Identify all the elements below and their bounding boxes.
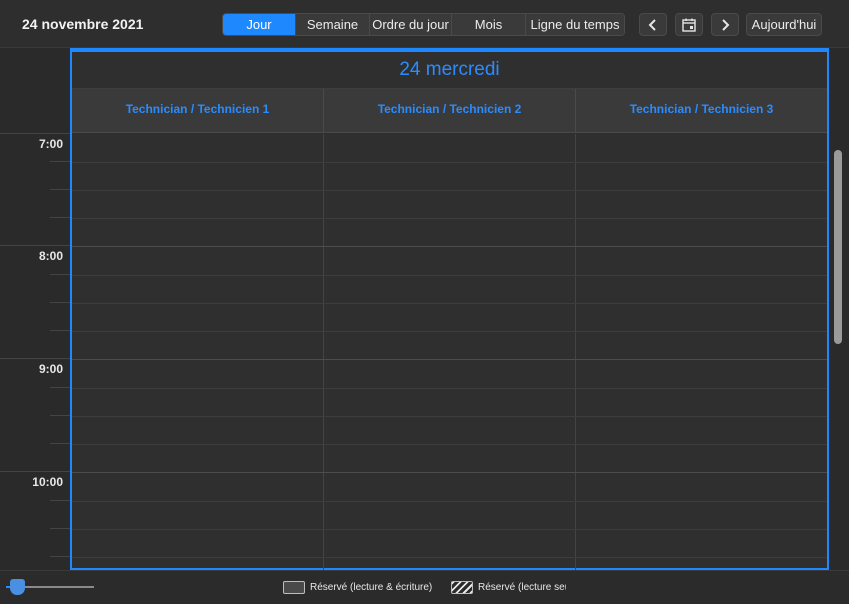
resource-column-technician-2[interactable] (324, 134, 576, 570)
day-view: 7:00 8:00 9:00 10:00 24 mercredi Technic… (0, 48, 849, 570)
time-tick (50, 415, 70, 416)
view-month-button[interactable]: Mois (452, 14, 526, 35)
calendar-icon (682, 18, 696, 32)
hour-line (72, 359, 827, 360)
time-label: 10:00 (32, 475, 63, 489)
scrollbar-thumb[interactable] (834, 150, 842, 344)
slot-line (72, 218, 827, 219)
time-tick (50, 387, 70, 388)
time-tick (50, 528, 70, 529)
time-tick (50, 556, 70, 557)
time-label: 8:00 (38, 249, 63, 263)
legend-item-read-write: Réservé (lecture & écriture) (283, 581, 443, 594)
view-timeline-button[interactable]: Ligne du temps (526, 14, 624, 35)
view-switcher: Jour Semaine Ordre du jour Mois Ligne du… (222, 13, 625, 36)
slot-line (72, 388, 827, 389)
time-axis: 7:00 8:00 9:00 10:00 (0, 48, 70, 570)
chevron-left-icon (648, 18, 656, 31)
legend-item-read-only: Réservé (lecture seule) (451, 581, 566, 594)
slot-line (72, 529, 827, 530)
time-tick (50, 274, 70, 275)
time-tick (50, 443, 70, 444)
hour-line (72, 246, 827, 247)
calendar-footer: Réservé (lecture & écriture) Réservé (le… (0, 570, 849, 604)
time-slot-grid[interactable] (72, 134, 827, 570)
current-date-title: 24 novembre 2021 (22, 16, 144, 32)
time-tick (50, 161, 70, 162)
time-label: 7:00 (38, 137, 63, 151)
legend-label: Réservé (lecture & écriture) (310, 582, 433, 593)
time-divider (0, 358, 70, 359)
slot-line (72, 162, 827, 163)
resource-header-technician-2[interactable]: Technician / Technicien 2 (324, 89, 576, 132)
previous-button[interactable] (639, 13, 667, 36)
resource-column-technician-3[interactable] (576, 134, 827, 570)
slot-line (72, 416, 827, 417)
resource-header-row: Technician / Technicien 1 Technician / T… (72, 89, 827, 133)
calendar-toolbar: 24 novembre 2021 Jour Semaine Ordre du j… (0, 0, 849, 48)
slot-line (72, 331, 827, 332)
next-button[interactable] (711, 13, 739, 36)
time-tick (50, 330, 70, 331)
time-divider (0, 471, 70, 472)
slot-line (72, 444, 827, 445)
resource-header-technician-3[interactable]: Technician / Technicien 3 (576, 89, 827, 132)
date-picker-button[interactable] (675, 13, 703, 36)
legend-label: Réservé (lecture seule) (478, 582, 566, 593)
slot-line (72, 303, 827, 304)
time-divider (0, 133, 70, 134)
day-title[interactable]: 24 mercredi (72, 52, 827, 89)
time-tick (50, 302, 70, 303)
day-column: 24 mercredi Technician / Technicien 1 Te… (70, 48, 829, 570)
view-agenda-button[interactable]: Ordre du jour (370, 14, 452, 35)
time-tick (50, 217, 70, 218)
time-tick (50, 189, 70, 190)
slot-line (72, 190, 827, 191)
resource-column-technician-1[interactable] (72, 134, 324, 570)
view-day-button[interactable]: Jour (223, 14, 296, 35)
hour-line (72, 472, 827, 473)
time-divider (0, 245, 70, 246)
slot-line (72, 557, 827, 558)
view-week-button[interactable]: Semaine (296, 14, 370, 35)
slot-line (72, 501, 827, 502)
time-tick (50, 500, 70, 501)
chevron-right-icon (722, 18, 730, 31)
resource-header-technician-1[interactable]: Technician / Technicien 1 (72, 89, 324, 132)
zoom-slider-thumb[interactable] (10, 579, 25, 595)
today-button[interactable]: Aujourd'hui (746, 13, 822, 36)
legend-swatch-hatched (451, 581, 473, 594)
slot-line (72, 275, 827, 276)
time-label: 9:00 (38, 362, 63, 376)
legend-swatch-solid (283, 581, 305, 594)
